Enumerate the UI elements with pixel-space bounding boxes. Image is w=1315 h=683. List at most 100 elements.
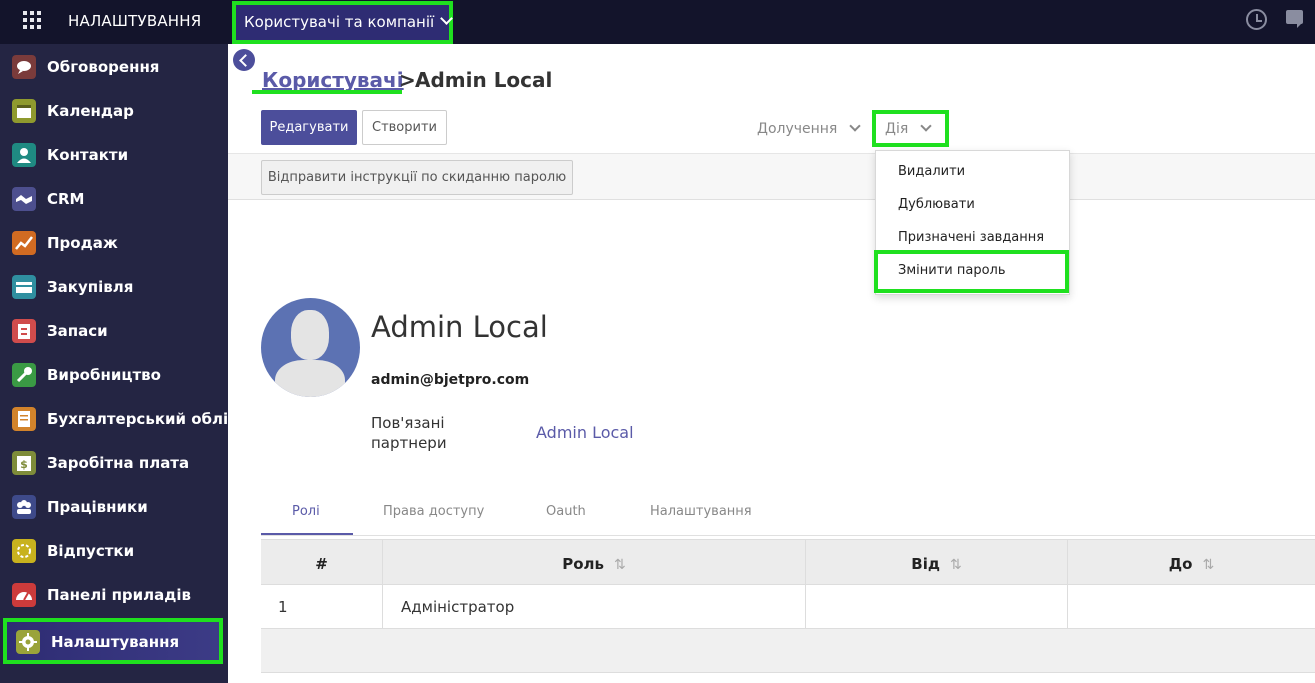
sidebar-item-label: Заробітна плата <box>47 454 190 472</box>
column-header-label: Роль <box>562 555 605 573</box>
roles-table-header: # Роль ⇅ Від ⇅ До ⇅ <box>261 539 1315 586</box>
sidebar: Обговорення Календар Контакти CRM Продаж… <box>0 44 238 683</box>
breadcrumb-highlight <box>252 90 402 94</box>
chevron-down-icon <box>920 120 932 132</box>
sidebar-item-accounting[interactable]: Бухгалтерський облік <box>0 396 238 440</box>
cell-from <box>806 585 1068 629</box>
dashboards-icon <box>12 583 36 607</box>
menu-item-duplicate[interactable]: Дублювати <box>898 197 975 212</box>
sales-chart-icon <box>12 231 36 255</box>
edit-button[interactable]: Редагувати <box>261 110 357 145</box>
tab-oauth[interactable]: Oauth <box>546 504 586 519</box>
table-row[interactable]: 1 Адміністратор <box>261 585 1315 629</box>
sidebar-item-sales[interactable]: Продаж <box>0 220 228 264</box>
sidebar-item-label: Запаси <box>47 322 108 340</box>
sidebar-item-manufacturing[interactable]: Виробництво <box>0 352 228 396</box>
leaves-icon <box>12 539 36 563</box>
contacts-icon <box>12 143 36 167</box>
messages-chat-icon[interactable] <box>1286 10 1303 28</box>
column-header-label: До <box>1168 555 1193 573</box>
column-header-role[interactable]: Роль ⇅ <box>383 540 806 586</box>
column-header-number: # <box>261 540 383 586</box>
payroll-icon: $ <box>12 451 36 475</box>
column-header-to[interactable]: До ⇅ <box>1068 540 1315 586</box>
tab-divider <box>261 535 1315 536</box>
sidebar-item-calendar[interactable]: Календар <box>0 88 228 132</box>
breadcrumb-users-link[interactable]: Користувачі <box>262 68 404 92</box>
sidebar-item-crm[interactable]: CRM <box>0 176 228 220</box>
sidebar-item-label: Закупівля <box>47 278 134 296</box>
column-header-label: Від <box>911 555 940 573</box>
sidebar-item-label: Налаштування <box>51 633 180 651</box>
send-reset-password-button[interactable]: Відправити інструкції по скиданню паролю <box>261 160 573 195</box>
sidebar-item-label: CRM <box>47 190 85 208</box>
avatar-body-shape <box>275 360 345 397</box>
user-name: Admin Local <box>371 310 548 344</box>
action-label: Дія <box>885 121 909 137</box>
tab-roles[interactable]: Ролі <box>292 504 320 519</box>
sidebar-item-label: Контакти <box>47 146 129 164</box>
sidebar-item-label: Працівники <box>47 498 148 516</box>
sidebar-item-label: Календар <box>47 102 134 120</box>
chevron-down-icon <box>849 120 862 132</box>
tab-preferences[interactable]: Налаштування <box>650 504 752 519</box>
sidebar-item-payroll[interactable]: $ Заробітна плата <box>0 440 228 484</box>
sidebar-item-dashboards[interactable]: Панелі приладів <box>0 572 228 616</box>
discuss-icon <box>12 55 36 79</box>
sidebar-item-settings[interactable]: Налаштування <box>3 618 223 664</box>
action-dropdown[interactable]: Дія <box>872 110 949 147</box>
sidebar-item-label: Обговорення <box>47 58 160 76</box>
sidebar-item-label: Відпустки <box>47 542 135 560</box>
avatar-head-shape <box>291 310 329 360</box>
apps-grid-icon[interactable] <box>23 11 41 29</box>
manufacturing-wrench-icon <box>12 363 36 387</box>
table-footer-row <box>261 629 1315 673</box>
related-partners-label: Пов'язані партнери <box>371 414 447 452</box>
calendar-icon <box>12 99 36 123</box>
sidebar-item-discuss[interactable]: Обговорення <box>0 44 228 88</box>
sidebar-item-employees[interactable]: Працівники <box>0 484 228 528</box>
sidebar-item-contacts[interactable]: Контакти <box>0 132 228 176</box>
tab-access-rights[interactable]: Права доступу <box>383 504 484 519</box>
sidebar-item-label: Продаж <box>47 234 118 252</box>
settings-gear-icon <box>16 630 40 654</box>
users-companies-menu[interactable]: Користувачі та компанії <box>232 1 454 44</box>
inventory-icon <box>12 319 36 343</box>
sidebar-item-leaves[interactable]: Відпустки <box>0 528 228 572</box>
collapse-back-icon[interactable] <box>233 49 255 71</box>
attachments-dropdown[interactable]: Долучення <box>757 120 862 137</box>
cell-to <box>1068 585 1315 629</box>
sidebar-item-purchase[interactable]: Закупівля <box>0 264 228 308</box>
activities-clock-icon[interactable] <box>1246 9 1267 30</box>
user-avatar[interactable] <box>261 298 360 397</box>
column-header-from[interactable]: Від ⇅ <box>806 540 1068 586</box>
create-button[interactable]: Створити <box>362 110 447 145</box>
top-navbar: НАЛАШТУВАННЯ Користувачі та компанії <box>0 0 1315 44</box>
chevron-down-icon <box>440 12 454 25</box>
related-partner-link[interactable]: Admin Local <box>536 423 634 442</box>
menu-item-delete[interactable]: Видалити <box>898 164 965 179</box>
menu-item-assigned-tasks[interactable]: Призначені завдання <box>898 230 1044 245</box>
sidebar-item-label: Панелі приладів <box>47 586 192 604</box>
sort-icon[interactable]: ⇅ <box>1202 557 1214 573</box>
users-companies-menu-label: Користувачі та компанії <box>244 13 435 31</box>
sidebar-item-inventory[interactable]: Запаси <box>0 308 228 352</box>
breadcrumb-separator: > <box>399 68 416 92</box>
menu-item-change-password[interactable]: Змінити пароль <box>874 250 1069 293</box>
app-title: НАЛАШТУВАННЯ <box>68 12 202 30</box>
accounting-icon <box>12 407 36 431</box>
sidebar-item-label: Бухгалтерський облік <box>47 410 239 428</box>
cell-role: Адміністратор <box>383 585 806 629</box>
employees-icon <box>12 495 36 519</box>
breadcrumb-current: Admin Local <box>415 68 553 92</box>
sidebar-item-label: Виробництво <box>47 366 161 384</box>
sort-icon[interactable]: ⇅ <box>614 557 626 573</box>
cell-number: 1 <box>261 585 383 629</box>
action-menu: Видалити Дублювати Призначені завдання З… <box>874 150 1070 295</box>
svg-text:$: $ <box>20 458 28 471</box>
column-header-label: # <box>315 555 328 573</box>
user-email: admin@bjetpro.com <box>371 372 530 388</box>
attachments-label: Долучення <box>757 121 838 137</box>
sort-icon[interactable]: ⇅ <box>950 557 962 573</box>
crm-handshake-icon <box>12 187 36 211</box>
